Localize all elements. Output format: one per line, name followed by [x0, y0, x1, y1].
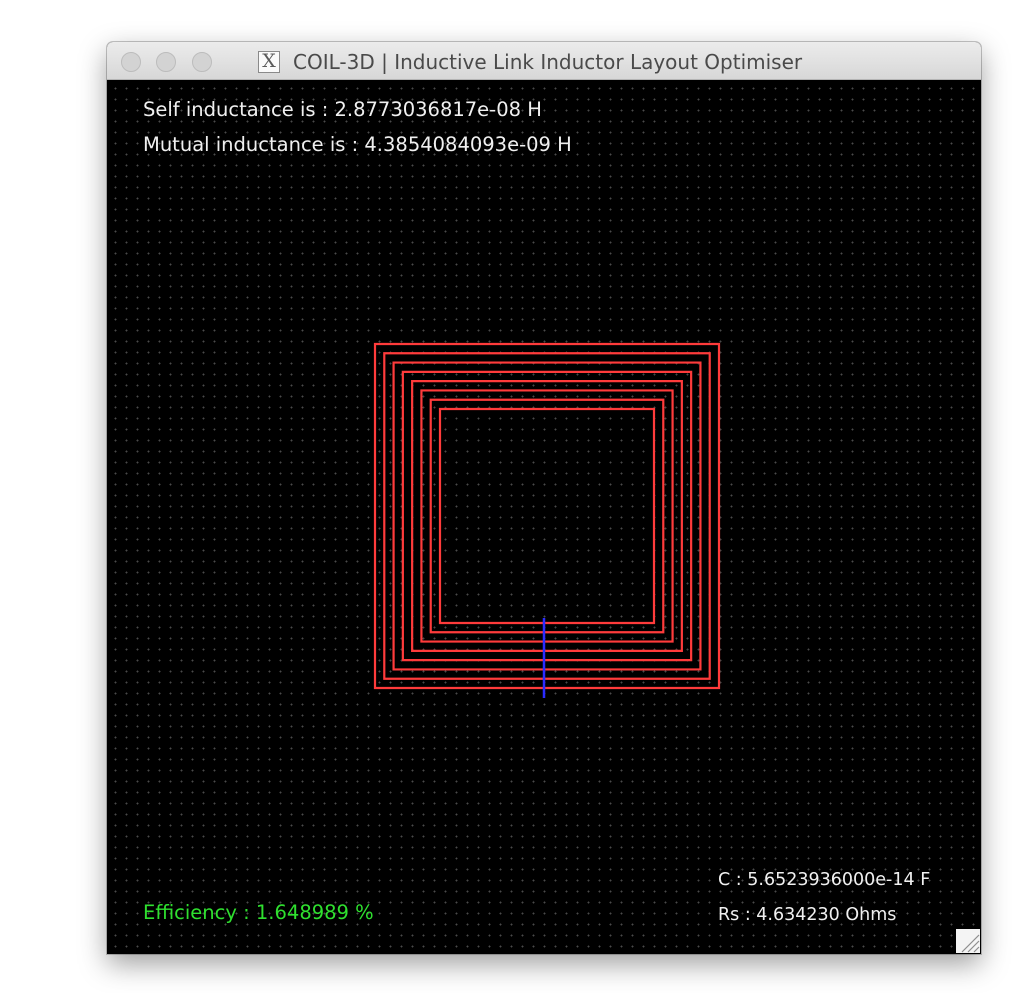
coil-turn-6 [420, 389, 674, 643]
coil-canvas[interactable]: Self inductance is : 2.8773036817e-08 H … [107, 80, 981, 954]
coil-turn-7 [429, 398, 665, 634]
coil-layout-drawing [373, 342, 721, 698]
coil-turn-1 [373, 342, 721, 690]
series-resistance-readout: Rs : 4.634230 Ohms [718, 905, 897, 925]
capacitance-readout: C : 5.6523936000e-14 F [718, 870, 931, 890]
close-window-button[interactable] [121, 52, 141, 72]
mutual-inductance-readout: Mutual inductance is : 4.3854084093e-09 … [143, 133, 572, 156]
window-title: COIL-3D | Inductive Link Inductor Layout… [293, 50, 803, 74]
coil-turn-5 [411, 380, 683, 652]
self-inductance-readout: Self inductance is : 2.8773036817e-08 H [143, 98, 542, 121]
zoom-window-button[interactable] [192, 52, 212, 72]
app-window: X COIL-3D | Inductive Link Inductor Layo… [107, 42, 981, 954]
minimize-window-button[interactable] [156, 52, 176, 72]
coil-turn-2 [383, 352, 711, 680]
coil-turn-4 [401, 370, 693, 662]
x11-icon: X [258, 51, 280, 73]
resize-grip-icon[interactable] [956, 929, 980, 953]
efficiency-readout: Efficiency : 1.648989 % [143, 901, 374, 924]
title-bar[interactable]: X COIL-3D | Inductive Link Inductor Layo… [107, 42, 981, 80]
coil-turn-8 [438, 407, 656, 625]
